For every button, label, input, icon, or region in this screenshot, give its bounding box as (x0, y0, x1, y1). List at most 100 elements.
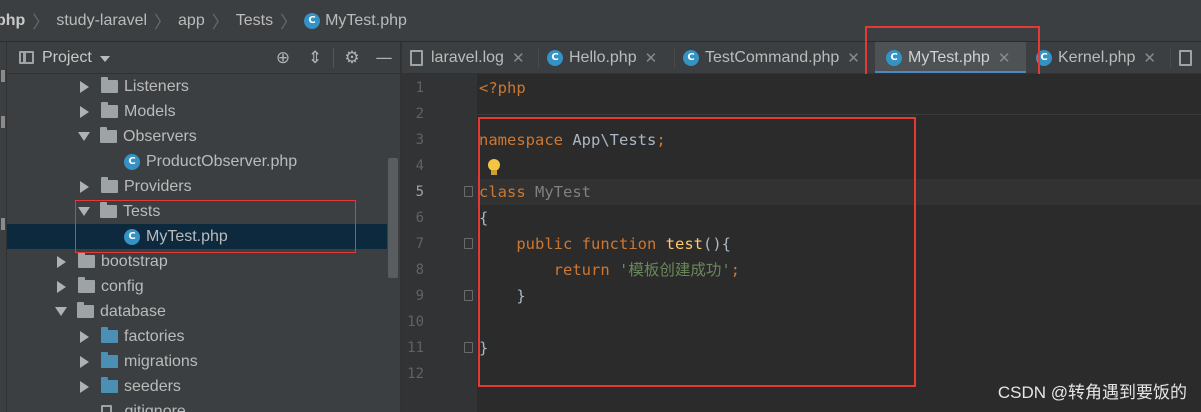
tree-item-listeners[interactable]: Listeners (7, 74, 387, 99)
class-icon: C (124, 228, 140, 245)
tree-item-productobserver[interactable]: C ProductObserver.php (7, 149, 387, 174)
chevron-right-icon[interactable] (57, 255, 66, 268)
tool-window-button[interactable] (1, 116, 5, 128)
tab-testcommand[interactable]: C TestCommand.php ✕ (683, 42, 860, 73)
class-icon: C (683, 50, 699, 66)
breadcrumb: php 〉 study-laravel 〉 app 〉 Tests 〉 C My… (0, 0, 1201, 42)
line-number: 9 (415, 288, 424, 304)
close-icon[interactable]: ✕ (645, 49, 658, 67)
tool-window-strip (0, 42, 7, 412)
folder-icon (78, 252, 95, 268)
folder-icon (101, 102, 118, 118)
minimize-icon[interactable]: — (368, 42, 400, 74)
folder-icon (100, 127, 117, 143)
tree-item-database[interactable]: database (7, 299, 387, 324)
project-tree: Listeners Models Observers C ProductObse… (7, 74, 400, 412)
tab-overflow[interactable] (1179, 42, 1200, 73)
folder-icon (101, 177, 118, 193)
watermark: CSDN @转角遇到要饭的 (997, 383, 1187, 402)
tab-laravel-log[interactable]: laravel.log ✕ (410, 42, 525, 73)
line-number: 8 (415, 262, 424, 278)
close-icon[interactable]: ✕ (998, 49, 1011, 67)
fold-marker-icon[interactable] (464, 186, 473, 197)
line-number: 5 (415, 184, 424, 200)
line-number: 11 (407, 340, 424, 356)
folder-icon (101, 352, 118, 368)
tree-item-tests[interactable]: Tests (7, 199, 387, 224)
chevron-down-icon[interactable] (78, 207, 90, 216)
breadcrumb-item-tests[interactable]: Tests (236, 12, 273, 30)
tree-item-observers[interactable]: Observers (7, 124, 387, 149)
class-icon: C (304, 12, 321, 29)
lightbulb-icon[interactable] (487, 159, 501, 179)
code-line-6: { (479, 209, 489, 227)
project-panel-title: Project (42, 48, 92, 66)
code-line-1: <?php (479, 79, 526, 97)
gear-icon[interactable]: ⚙ (336, 42, 368, 74)
folder-icon (101, 377, 118, 393)
class-icon: C (886, 50, 902, 66)
chevron-right-icon[interactable] (80, 330, 89, 343)
close-icon[interactable]: ✕ (847, 49, 860, 67)
locate-icon[interactable]: ⊕ (267, 42, 299, 74)
chevron-down-icon[interactable] (78, 132, 90, 141)
tree-item-factories[interactable]: factories (7, 324, 387, 349)
project-folder-icon (19, 51, 34, 64)
editor-gutter[interactable]: 1 2 3 4 5 6 7 8 9 10 11 12 (402, 74, 477, 412)
chevron-right-icon[interactable] (80, 380, 89, 393)
code-line-11: } (479, 339, 489, 357)
chevron-right-icon[interactable] (57, 280, 66, 293)
folder-icon (101, 77, 118, 93)
breadcrumb-item-file[interactable]: C MyTest.php (304, 12, 407, 30)
tree-item-seeders[interactable]: seeders (7, 374, 387, 399)
class-icon: C (547, 50, 563, 66)
chevron-right-icon[interactable] (80, 355, 89, 368)
code-line-7: public function test(){ (516, 235, 731, 253)
fold-marker-icon[interactable] (464, 238, 473, 249)
code-line-8: return '模板创建成功'; (553, 261, 741, 279)
fold-marker-icon[interactable] (464, 342, 473, 353)
tab-hello[interactable]: C Hello.php ✕ (547, 42, 658, 73)
line-number: 2 (415, 106, 424, 122)
tree-item-providers[interactable]: Providers (7, 174, 387, 199)
fold-marker-icon[interactable] (464, 290, 473, 301)
tree-item-gitignore[interactable]: .gitignore (7, 399, 387, 412)
chevron-down-icon (99, 55, 110, 62)
chevron-right-icon[interactable] (80, 80, 89, 93)
tree-item-bootstrap[interactable]: bootstrap (7, 249, 387, 274)
chevron-right-icon[interactable] (80, 105, 89, 118)
class-icon: C (124, 153, 140, 170)
tree-item-models[interactable]: Models (7, 99, 387, 124)
line-number: 12 (407, 366, 424, 382)
scrollbar-thumb[interactable] (388, 158, 398, 278)
breadcrumb-item-root[interactable]: php (0, 12, 25, 30)
code-line-3: namespace App\Tests; (479, 131, 666, 149)
folder-icon (78, 277, 95, 293)
close-icon[interactable]: ✕ (512, 49, 525, 67)
tool-window-button[interactable] (1, 218, 5, 230)
close-icon[interactable]: ✕ (1143, 49, 1156, 67)
editor-tabs: laravel.log ✕ C Hello.php ✕ C TestComman… (402, 42, 1201, 74)
chevron-right-icon[interactable] (80, 180, 89, 193)
line-number: 4 (415, 158, 424, 174)
file-icon (1179, 50, 1192, 66)
tree-item-config[interactable]: config (7, 274, 387, 299)
tree-item-migrations[interactable]: migrations (7, 349, 387, 374)
tree-scrollbar[interactable] (387, 74, 400, 412)
project-panel-header: Project ⊕ ⇕ ⚙ — (7, 42, 400, 74)
code-line-5: class MyTest (479, 183, 592, 201)
tab-mytest[interactable]: C MyTest.php ✕ (875, 42, 1026, 73)
breadcrumb-separator-icon: 〉 (211, 13, 229, 32)
collapse-icon[interactable]: ⇕ (299, 42, 331, 74)
chevron-down-icon[interactable] (55, 307, 67, 316)
tree-item-mytest[interactable]: C MyTest.php (7, 224, 387, 249)
project-view-selector[interactable]: Project (19, 49, 110, 67)
breadcrumb-item-project[interactable]: study-laravel (56, 12, 147, 30)
breadcrumb-item-app[interactable]: app (178, 12, 205, 30)
tab-kernel[interactable]: C Kernel.php ✕ (1036, 42, 1156, 73)
code-editor[interactable]: <?php namespace App\Tests; class MyTest … (477, 74, 1201, 412)
tool-window-button[interactable] (1, 70, 5, 82)
class-icon: C (1036, 50, 1052, 66)
breadcrumb-separator-icon: 〉 (32, 13, 50, 32)
folder-icon (101, 327, 118, 343)
